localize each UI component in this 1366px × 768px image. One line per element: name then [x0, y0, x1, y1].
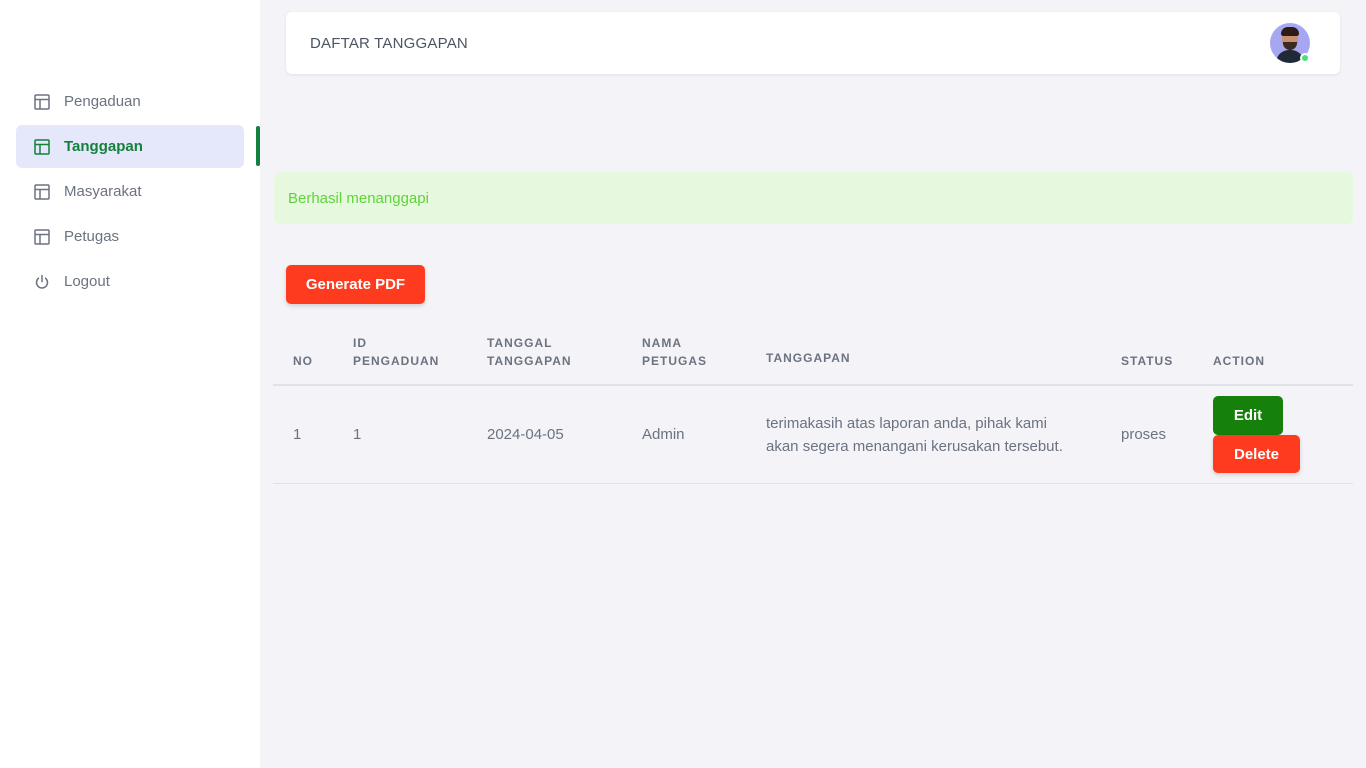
table-header: NO ID PENGADUAN TANGGAL TANGGAPAN NAMA PETU… [273, 330, 1353, 386]
sidebar-item-label: Masyarakat [64, 183, 142, 200]
page-title: DAFTAR TANGGAPAN [310, 34, 468, 52]
header-no: NO [293, 354, 313, 368]
header-status: STATUS [1121, 354, 1174, 368]
cell-status: proses [1121, 426, 1167, 443]
sidebar: Pengaduan Tanggapan Masyarakat Petugas L… [0, 0, 260, 768]
sidebar-item-logout[interactable]: Logout [16, 260, 244, 303]
cell-tanggal: 2024-04-05 [487, 426, 564, 443]
sidebar-item-masyarakat[interactable]: Masyarakat [16, 170, 244, 213]
header-tanggapan: TANGGAPAN [766, 351, 851, 365]
sidebar-item-label: Petugas [64, 228, 120, 245]
sidebar-nav: Pengaduan Tanggapan Masyarakat Petugas L… [16, 80, 244, 305]
header-id-pengaduan: ID PENGADUAN [353, 336, 440, 368]
tanggapan-table: NO ID PENGADUAN TANGGAL TANGGAPAN NAMA PETU… [273, 330, 1353, 484]
layout-icon [34, 93, 50, 110]
cell-tanggapan: terimakasih atas laporan anda, pihak kam… [766, 414, 1063, 455]
generate-pdf-button[interactable]: Generate PDF [286, 265, 425, 304]
header-tanggal-tanggapan: TANGGAL TANGGAPAN [487, 336, 572, 368]
sidebar-item-label: Logout [64, 273, 110, 290]
header-nama-petugas: NAMA PETUGAS [642, 336, 708, 368]
edit-button[interactable]: Edit [1213, 396, 1283, 435]
sidebar-item-label: Pengaduan [64, 93, 141, 110]
alert-message: Berhasil menanggapi [288, 189, 429, 207]
active-indicator [256, 126, 260, 166]
cell-petugas: Admin [642, 426, 685, 443]
cell-id-pengaduan: 1 [353, 426, 362, 443]
delete-button[interactable]: Delete [1213, 435, 1300, 473]
sidebar-item-petugas[interactable]: Petugas [16, 215, 244, 258]
avatar[interactable] [1270, 23, 1310, 63]
sidebar-item-pengaduan[interactable]: Pengaduan [16, 80, 244, 123]
cell-action: Edit Delete [1213, 396, 1353, 473]
online-status-dot [1300, 53, 1310, 63]
top-bar: DAFTAR TANGGAPAN [286, 12, 1340, 74]
table-row: 1 1 2024-04-05 Admin terimakasih atas la… [273, 386, 1353, 484]
layout-icon [34, 228, 50, 245]
sidebar-item-tanggapan[interactable]: Tanggapan [16, 125, 244, 168]
header-action: ACTION [1213, 354, 1265, 368]
layout-icon [34, 138, 50, 155]
cell-no: 1 [293, 426, 302, 443]
sidebar-item-label: Tanggapan [64, 138, 143, 155]
layout-icon [34, 183, 50, 200]
success-alert: Berhasil menanggapi [274, 172, 1353, 224]
power-icon [34, 274, 50, 290]
